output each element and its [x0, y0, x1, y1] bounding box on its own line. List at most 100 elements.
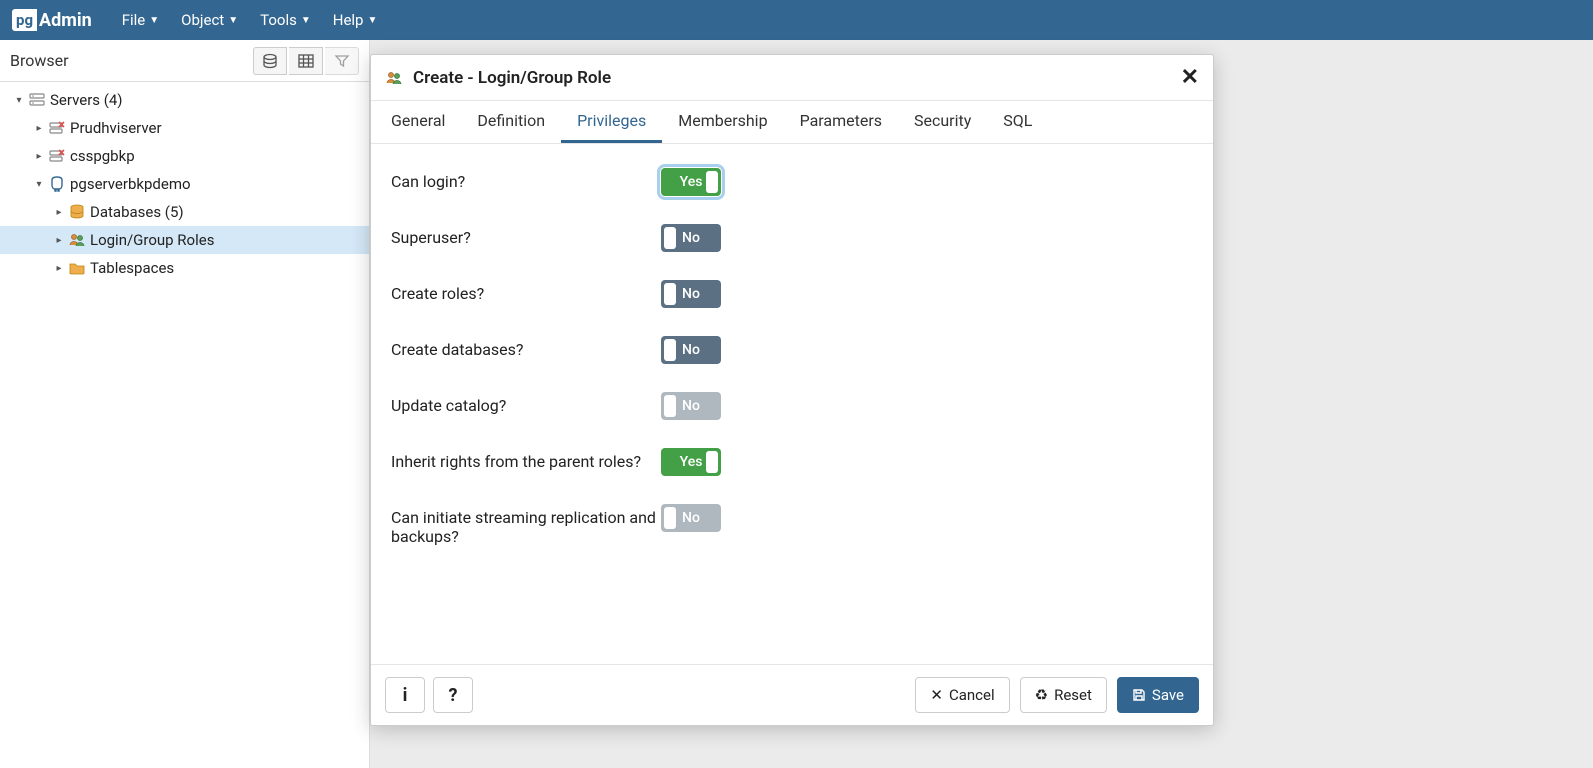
main-menu: File▼ Object▼ Tools▼ Help▼ — [122, 11, 378, 29]
collapse-icon[interactable]: ▾ — [12, 95, 26, 106]
recycle-icon: ♻ — [1035, 686, 1048, 704]
toggle-text: No — [682, 286, 700, 302]
dialog-footer: i ? ✕Cancel ♻ Reset Save — [371, 664, 1213, 725]
top-menubar: pg Admin File▼ Object▼ Tools▼ Help▼ — [0, 0, 1593, 40]
logo: pg Admin — [12, 9, 92, 31]
toggle-text: No — [682, 398, 700, 414]
folder-icon — [68, 259, 86, 277]
privilege-toggle[interactable]: No — [661, 280, 721, 308]
elephant-icon — [48, 175, 66, 193]
tab-membership[interactable]: Membership — [662, 101, 783, 143]
create-login-role-dialog: Create - Login/Group Role ✕ General Defi… — [370, 54, 1214, 726]
object-tree: ▾ Servers (4) ▸ Prudhviserver ▸ csspgbkp… — [0, 82, 369, 286]
servers-icon — [28, 91, 46, 109]
toggle-knob — [664, 339, 676, 361]
menu-file-label: File — [122, 11, 146, 29]
info-button[interactable]: i — [385, 677, 425, 713]
toggle-text: No — [682, 342, 700, 358]
view-data-icon[interactable] — [289, 47, 323, 75]
menu-help[interactable]: Help▼ — [333, 11, 378, 29]
expand-icon[interactable]: ▸ — [52, 263, 66, 274]
privilege-row: Create databases? No — [391, 322, 1193, 378]
filter-icon[interactable] — [325, 47, 359, 75]
tree-servers[interactable]: ▾ Servers (4) — [0, 86, 369, 114]
menu-help-label: Help — [333, 11, 364, 29]
dialog-body: Can login?YesSuperuser?NoCreate roles?No… — [371, 144, 1213, 664]
toggle-text: No — [682, 510, 700, 526]
chevron-down-icon: ▼ — [228, 15, 238, 26]
tab-security[interactable]: Security — [898, 101, 987, 143]
tab-definition[interactable]: Definition — [461, 101, 561, 143]
privilege-row: Superuser? No — [391, 210, 1193, 266]
reset-button[interactable]: ♻ Reset — [1020, 677, 1107, 713]
cancel-label: Cancel — [949, 686, 995, 704]
tree-tablespaces-label: Tablespaces — [90, 259, 174, 277]
tree-server-csspgbkp[interactable]: ▸ csspgbkp — [0, 142, 369, 170]
logo-admin: Admin — [39, 10, 92, 31]
main-area: Create - Login/Group Role ✕ General Defi… — [370, 40, 1593, 768]
chevron-down-icon: ▼ — [301, 15, 311, 26]
database-icon — [68, 203, 86, 221]
chevron-down-icon: ▼ — [149, 15, 159, 26]
save-icon — [1132, 688, 1146, 702]
privilege-label: Create databases? — [391, 336, 661, 359]
browser-panel: Browser ▾ Servers (4) ▸ Prudhviserver ▸ — [0, 40, 370, 768]
toggle-knob — [664, 283, 676, 305]
tree-server-csspgbkp-label: csspgbkp — [70, 147, 135, 165]
tree-login-roles[interactable]: ▸ Login/Group Roles — [0, 226, 369, 254]
question-icon: ? — [449, 685, 458, 706]
content-area: Browser ▾ Servers (4) ▸ Prudhviserver ▸ — [0, 40, 1593, 768]
expand-icon[interactable]: ▸ — [52, 235, 66, 246]
privilege-row: Can initiate streaming replication and b… — [391, 490, 1193, 560]
tree-servers-label: Servers (4) — [50, 91, 123, 109]
privilege-toggle[interactable]: No — [661, 336, 721, 364]
toggle-text: No — [682, 230, 700, 246]
cancel-button[interactable]: ✕Cancel — [915, 677, 1009, 713]
browser-toolbar — [253, 47, 359, 75]
browser-header: Browser — [0, 40, 369, 82]
server-disconnected-icon — [48, 147, 66, 165]
menu-file[interactable]: File▼ — [122, 11, 159, 29]
browser-title: Browser — [10, 51, 69, 70]
expand-icon[interactable]: ▸ — [32, 123, 46, 134]
menu-object-label: Object — [181, 11, 224, 29]
privilege-label: Update catalog? — [391, 392, 661, 415]
query-tool-icon[interactable] — [253, 47, 287, 75]
save-button[interactable]: Save — [1117, 677, 1199, 713]
expand-icon[interactable]: ▸ — [52, 207, 66, 218]
tree-server-prudhvi[interactable]: ▸ Prudhviserver — [0, 114, 369, 142]
tab-general[interactable]: General — [375, 101, 461, 143]
tree-server-pgserverbkpdemo[interactable]: ▾ pgserverbkpdemo — [0, 170, 369, 198]
privilege-label: Inherit rights from the parent roles? — [391, 448, 661, 471]
privilege-row: Update catalog? No — [391, 378, 1193, 434]
toggle-text: Yes — [680, 454, 703, 470]
dialog-title-wrap: Create - Login/Group Role — [385, 68, 611, 88]
footer-left: i ? — [385, 677, 473, 713]
menu-object[interactable]: Object ▼ — [181, 11, 238, 29]
chevron-down-icon: ▼ — [367, 15, 377, 26]
tab-parameters[interactable]: Parameters — [784, 101, 898, 143]
save-label: Save — [1152, 686, 1184, 704]
privilege-row: Inherit rights from the parent roles? Yes — [391, 434, 1193, 490]
privilege-toggle[interactable]: Yes — [661, 448, 721, 476]
collapse-icon[interactable]: ▾ — [32, 179, 46, 190]
menu-tools[interactable]: Tools▼ — [260, 11, 311, 29]
privilege-toggle[interactable]: Yes — [661, 168, 721, 196]
tab-privileges[interactable]: Privileges — [561, 101, 662, 143]
dialog-tabs: General Definition Privileges Membership… — [371, 101, 1213, 144]
tree-databases[interactable]: ▸ Databases (5) — [0, 198, 369, 226]
close-icon[interactable]: ✕ — [1181, 65, 1199, 90]
toggle-knob — [706, 451, 718, 473]
privilege-toggle: No — [661, 392, 721, 420]
privilege-toggle[interactable]: No — [661, 224, 721, 252]
tree-tablespaces[interactable]: ▸ Tablespaces — [0, 254, 369, 282]
privilege-label: Superuser? — [391, 224, 661, 247]
tab-sql[interactable]: SQL — [987, 101, 1048, 143]
toggle-knob — [664, 227, 676, 249]
reset-label: Reset — [1054, 686, 1092, 704]
expand-icon[interactable]: ▸ — [32, 151, 46, 162]
privilege-row: Can login?Yes — [391, 154, 1193, 210]
help-button[interactable]: ? — [433, 677, 473, 713]
privilege-row: Create roles?No — [391, 266, 1193, 322]
toggle-knob — [664, 507, 676, 529]
